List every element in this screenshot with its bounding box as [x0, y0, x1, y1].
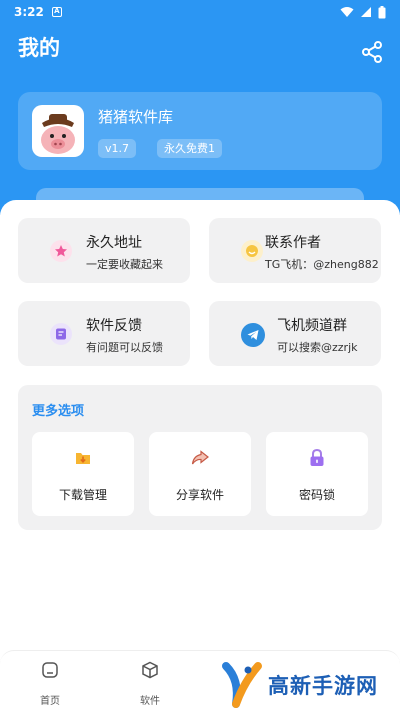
tile-title: 软件反馈	[86, 318, 142, 334]
feedback-icon	[50, 323, 72, 345]
notification-icon: A	[51, 7, 62, 17]
tile-channel-group[interactable]: 飞机频道群 可以搜索@zzrjk	[209, 301, 381, 366]
app-info-card[interactable]: 猪猪软件库 v1.7 永久免费1	[18, 92, 382, 170]
tile-subtitle: 可以搜索@zzrjk	[277, 341, 358, 354]
tile-feedback[interactable]: 软件反馈 有问题可以反馈	[18, 301, 190, 366]
app-name: 猪猪软件库	[98, 108, 174, 126]
share-software-button[interactable]: 分享软件	[149, 432, 251, 516]
option-label: 分享软件	[175, 488, 224, 502]
nav-label: 软件	[140, 696, 160, 707]
share-icon[interactable]	[360, 40, 384, 64]
nav-label: 首页	[40, 696, 60, 707]
download-folder-icon	[76, 453, 90, 464]
more-options-panel: 更多选项 下载管理 分享软件 密码锁	[18, 385, 382, 530]
telegram-icon	[241, 323, 265, 347]
watermark-logo-icon	[222, 662, 262, 708]
signal-icon	[361, 7, 371, 17]
pig-logo-icon	[41, 114, 75, 154]
app-avatar	[32, 105, 84, 157]
wifi-icon	[340, 7, 354, 17]
nav-item-home[interactable]: 首页	[20, 661, 80, 707]
page-title: 我的	[18, 36, 60, 60]
more-options-title: 更多选项	[32, 404, 85, 419]
tile-subtitle: 一定要收藏起来	[86, 258, 163, 271]
tile-contact-author[interactable]: 联系作者 TG飞机：@zheng882	[209, 218, 381, 283]
home-icon	[42, 662, 58, 678]
star-icon	[50, 240, 72, 262]
option-label: 密码锁	[298, 488, 335, 502]
cube-icon	[142, 661, 158, 679]
tile-subtitle: TG飞机：@zheng882	[265, 258, 379, 271]
smile-icon	[241, 240, 263, 262]
password-lock-button[interactable]: 密码锁	[266, 432, 368, 516]
tile-subtitle: 有问题可以反馈	[86, 341, 163, 354]
tile-title: 联系作者	[265, 235, 321, 251]
share-arrow-icon	[191, 450, 209, 465]
status-time: 3:22	[14, 5, 44, 19]
option-label: 下载管理	[58, 488, 107, 502]
tile-title: 永久地址	[86, 235, 142, 251]
free-badge: 永久免费1	[157, 139, 222, 158]
lock-icon	[310, 448, 324, 466]
version-badge: v1.7	[98, 139, 137, 158]
tile-permanent-address[interactable]: 永久地址 一定要收藏起来	[18, 218, 190, 283]
tile-title: 飞机频道群	[277, 318, 347, 334]
status-bar: 3:22 A	[0, 0, 400, 24]
battery-icon	[378, 5, 386, 18]
nav-item-software[interactable]: 软件	[120, 661, 180, 707]
watermark: 高新手游网	[218, 660, 390, 710]
watermark-text: 高新手游网	[268, 674, 378, 698]
download-manager-button[interactable]: 下载管理	[32, 432, 134, 516]
